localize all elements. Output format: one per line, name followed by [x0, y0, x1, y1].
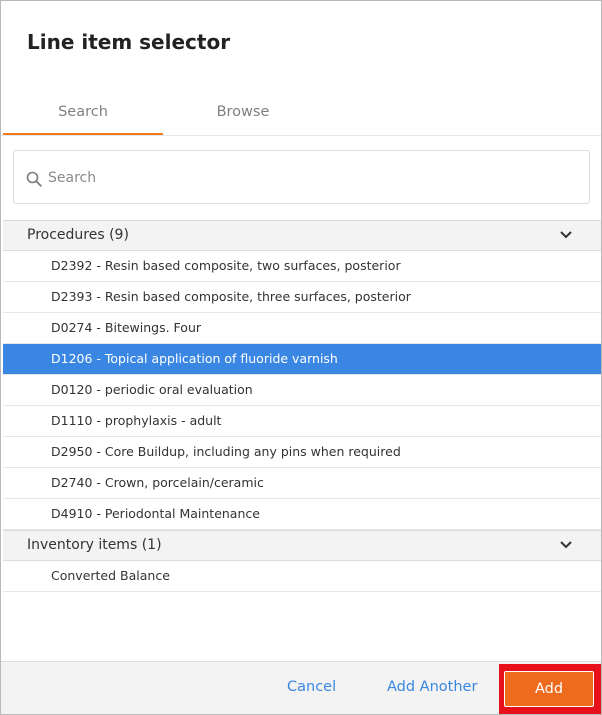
- list-item-label: D2393 - Resin based composite, three sur…: [51, 289, 411, 304]
- tab-bar: Search Browse: [1, 93, 601, 136]
- line-item-selector-dialog: Line item selector Search Browse Procedu…: [0, 0, 602, 715]
- group-header-procedures[interactable]: Procedures (9): [3, 220, 601, 251]
- group-label: Inventory items (1): [27, 537, 162, 553]
- list-item[interactable]: Converted Balance: [3, 561, 601, 592]
- group-label: Procedures (9): [27, 227, 129, 243]
- list-item-label: D1206 - Topical application of fluoride …: [51, 351, 338, 366]
- search-box[interactable]: [13, 150, 590, 204]
- list-item[interactable]: D2740 - Crown, porcelain/ceramic: [3, 468, 601, 499]
- list-item[interactable]: D2950 - Core Buildup, including any pins…: [3, 437, 601, 468]
- add-another-button[interactable]: Add Another: [387, 679, 477, 695]
- list-item[interactable]: D4910 - Periodontal Maintenance: [3, 499, 601, 530]
- list-item-label: D2950 - Core Buildup, including any pins…: [51, 444, 401, 459]
- list-item[interactable]: D1110 - prophylaxis - adult: [3, 406, 601, 437]
- list-item-selected[interactable]: D1206 - Topical application of fluoride …: [3, 344, 601, 375]
- chevron-down-icon[interactable]: [559, 540, 573, 550]
- cancel-button[interactable]: Cancel: [287, 679, 336, 695]
- tab-browse[interactable]: Browse: [163, 93, 323, 133]
- add-button-highlight: Add: [499, 664, 601, 714]
- search-input[interactable]: [48, 165, 568, 191]
- list-item-label: D1110 - prophylaxis - adult: [51, 413, 222, 428]
- list-item-label: D4910 - Periodontal Maintenance: [51, 506, 260, 521]
- list-item[interactable]: D2392 - Resin based composite, two surfa…: [3, 251, 601, 282]
- dialog-footer: Cancel Add Another Add: [1, 661, 601, 714]
- list-item-label: D0120 - periodic oral evaluation: [51, 382, 253, 397]
- list-item-label: D0274 - Bitewings. Four: [51, 320, 201, 335]
- search-icon: [26, 171, 42, 187]
- line-item-list: Procedures (9) D2392 - Resin based compo…: [3, 220, 601, 592]
- list-item-label: D2740 - Crown, porcelain/ceramic: [51, 475, 264, 490]
- add-button[interactable]: Add: [504, 671, 594, 707]
- list-item[interactable]: D0120 - periodic oral evaluation: [3, 375, 601, 406]
- list-item[interactable]: D2393 - Resin based composite, three sur…: [3, 282, 601, 313]
- group-header-inventory-items[interactable]: Inventory items (1): [3, 530, 601, 561]
- tab-search[interactable]: Search: [3, 93, 163, 135]
- chevron-down-icon[interactable]: [559, 230, 573, 240]
- list-item-label: Converted Balance: [51, 568, 170, 583]
- list-item-label: D2392 - Resin based composite, two surfa…: [51, 258, 401, 273]
- list-item[interactable]: D0274 - Bitewings. Four: [3, 313, 601, 344]
- dialog-title: Line item selector: [27, 30, 231, 54]
